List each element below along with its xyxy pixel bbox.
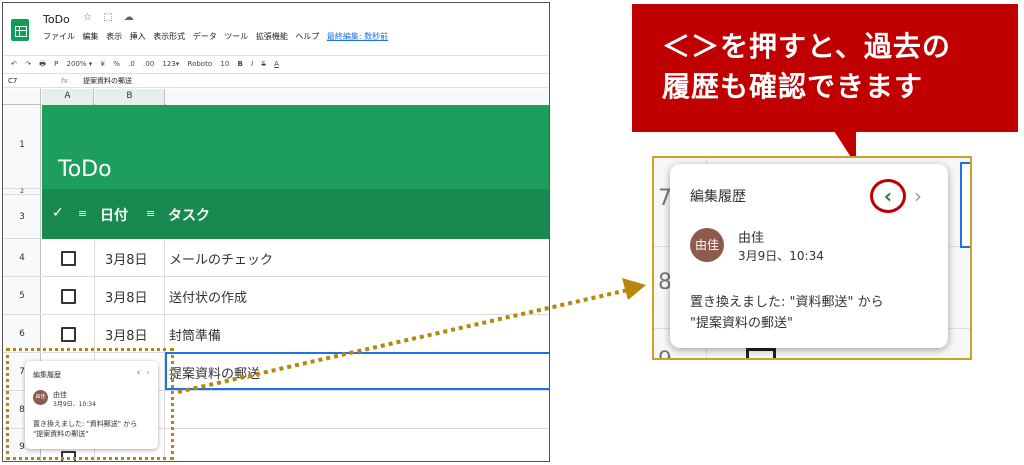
formula-bar: C7 fx 提案資料の郵送: [3, 73, 549, 88]
task-date[interactable]: 3月8日: [105, 249, 148, 268]
paint-format-icon[interactable]: P: [54, 60, 58, 68]
font-select[interactable]: Roboto: [188, 60, 213, 68]
menu-tools[interactable]: ツール: [224, 32, 248, 41]
screen: ToDo ☆ ⬚ ☁ ファイル 編集 表示 挿入 表示形式 データ ツール 拡張…: [0, 0, 1024, 465]
fx-icon: fx: [61, 77, 68, 85]
banner-title: ToDo: [58, 157, 112, 182]
menu-data[interactable]: データ: [193, 32, 217, 41]
highlight-dotted-box: [6, 348, 174, 460]
checkmark-icon: ✓: [52, 205, 64, 221]
row-header-1[interactable]: 1: [3, 105, 41, 189]
edit-history-popup: 編集履歴 ‹ › 由佳 由佳 3月9日、10:34 置き換えました: "資料郵送…: [670, 164, 948, 348]
formula-input[interactable]: 提案資料の郵送: [83, 74, 132, 88]
italic-button[interactable]: I: [251, 60, 253, 68]
cell-reference[interactable]: C7: [8, 74, 17, 88]
select-all-corner[interactable]: [3, 89, 41, 105]
last-edit-link[interactable]: 最終編集: 数秒前: [327, 32, 388, 41]
task-column-header: タスク: [168, 208, 210, 224]
undo-icon[interactable]: ↶: [11, 60, 17, 68]
menu-extensions[interactable]: 拡張機能: [256, 32, 288, 41]
document-title[interactable]: ToDo: [43, 13, 70, 26]
sheets-logo-icon[interactable]: [11, 19, 29, 41]
font-size-input[interactable]: 10: [220, 60, 229, 68]
table-row: 3月8日 メールのチェック: [42, 239, 549, 277]
zoom-checkbox: [746, 348, 776, 358]
decrease-decimal-button[interactable]: .0: [128, 60, 135, 68]
callout-text: ＜＞を押すと、過去の 履歴も確認できます: [662, 30, 951, 103]
menu-help[interactable]: ヘルプ: [295, 32, 319, 41]
task-checkbox[interactable]: [61, 251, 76, 266]
currency-button[interactable]: ¥: [101, 60, 105, 68]
history-title: 編集履歴: [690, 189, 746, 205]
next-edit-button[interactable]: ›: [914, 184, 922, 208]
row-header-3[interactable]: 3: [3, 195, 41, 239]
text-color-button[interactable]: A: [274, 60, 279, 68]
previous-edit-button[interactable]: ‹: [870, 179, 906, 213]
task-date[interactable]: 3月8日: [105, 325, 148, 344]
task-date[interactable]: 3月8日: [105, 287, 148, 306]
column-header-c[interactable]: [166, 89, 549, 105]
percent-button[interactable]: %: [113, 60, 120, 68]
row-header-5[interactable]: 5: [3, 277, 41, 315]
edit-timestamp: 3月9日、10:34: [738, 249, 824, 263]
menu-bar: ファイル 編集 表示 挿入 表示形式 データ ツール 拡張機能 ヘルプ 最終編集…: [43, 31, 393, 42]
title-bar: ToDo ☆ ⬚ ☁ ファイル 編集 表示 挿入 表示形式 データ ツール 拡張…: [3, 3, 549, 55]
menu-edit[interactable]: 編集: [83, 32, 99, 41]
column-header-a[interactable]: A: [42, 89, 94, 105]
menu-view[interactable]: 表示: [106, 32, 122, 41]
table-row: 3月8日 送付状の作成: [42, 277, 549, 315]
date-column-header: 日付: [100, 208, 128, 224]
menu-insert[interactable]: 挿入: [130, 32, 146, 41]
zoom-select[interactable]: 200% ▾: [67, 60, 93, 68]
redo-icon[interactable]: ↷: [25, 60, 31, 68]
selected-cell-c7[interactable]: [165, 352, 549, 390]
avatar: 由佳: [690, 228, 724, 262]
table-header-row: ✓ ≡ 日付 ≡ タスク: [42, 189, 549, 239]
star-move-cloud-icons[interactable]: ☆ ⬚ ☁: [83, 12, 138, 23]
title-banner[interactable]: ToDo: [42, 105, 549, 189]
menu-format[interactable]: 表示形式: [153, 32, 185, 41]
zoom-row-number: 9: [658, 348, 672, 358]
menu-file[interactable]: ファイル: [43, 32, 75, 41]
task-name[interactable]: 送付状の作成: [169, 287, 247, 306]
editor-name: 由佳: [738, 231, 765, 246]
filter-icon[interactable]: ≡: [78, 207, 87, 220]
bold-button[interactable]: B: [238, 60, 243, 68]
task-name[interactable]: メールのチェック: [169, 249, 273, 268]
task-checkbox[interactable]: [61, 327, 76, 342]
increase-decimal-button[interactable]: .00: [143, 60, 154, 68]
row-header-4[interactable]: 4: [3, 239, 41, 277]
task-checkbox[interactable]: [61, 289, 76, 304]
filter-icon[interactable]: ≡: [146, 207, 155, 220]
print-icon[interactable]: 🖶: [39, 60, 46, 68]
column-headers: A B: [3, 89, 549, 105]
number-format-select[interactable]: 123▾: [162, 60, 179, 68]
strikethrough-button[interactable]: S: [261, 60, 265, 68]
column-header-b[interactable]: B: [95, 89, 165, 105]
edit-description: 置き換えました: "資料郵送" から "提案資料の郵送": [690, 295, 884, 331]
zoom-selected-cell: [960, 162, 970, 248]
toolbar: ↶ ↷ 🖶 P 200% ▾ ¥ % .0 .00 123▾ Roboto 10…: [3, 55, 549, 72]
task-name[interactable]: 封筒準備: [169, 325, 221, 344]
